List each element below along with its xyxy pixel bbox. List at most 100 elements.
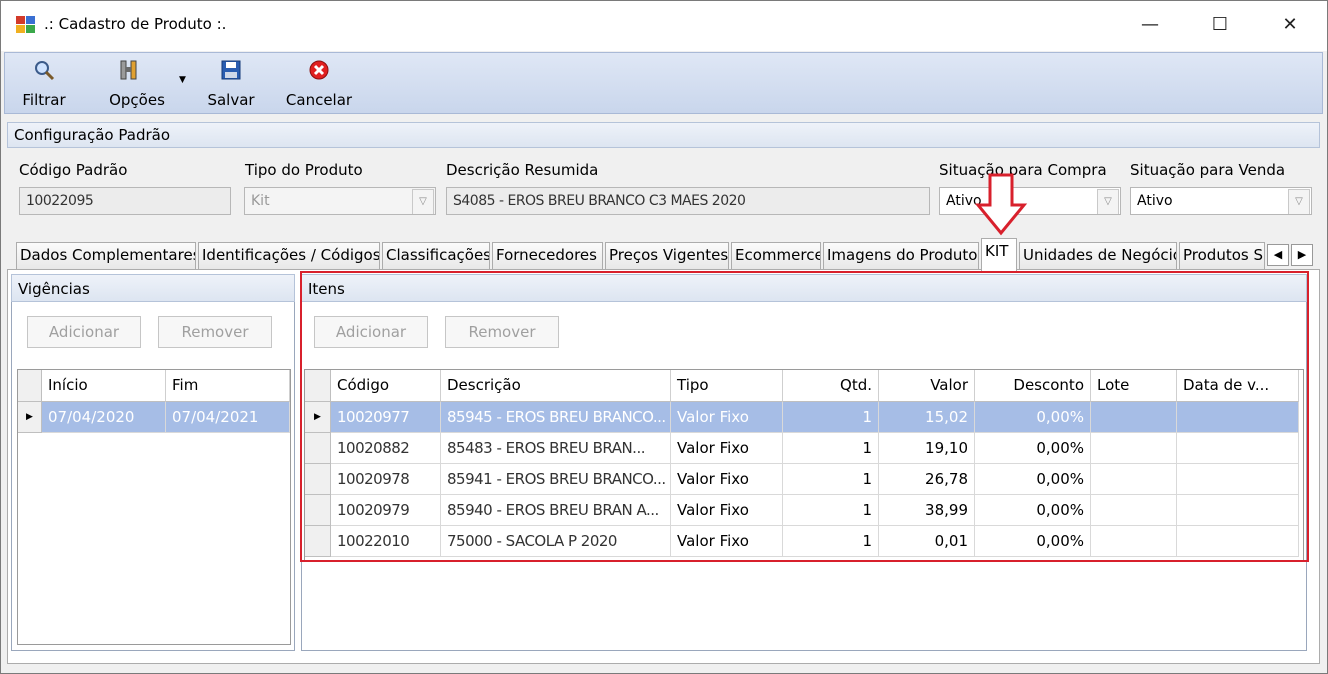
col-header[interactable]: Data de v... — [1177, 370, 1299, 402]
cancel-icon — [309, 60, 329, 80]
table-row-cell[interactable]: Valor Fixo — [671, 402, 783, 433]
row-indicator-icon[interactable]: ▶ — [18, 402, 42, 433]
table-row-cell[interactable] — [1091, 433, 1177, 464]
table-row-cell[interactable]: 1 — [783, 433, 879, 464]
table-row-cell[interactable]: 85483 - EROS BREU BRAN... — [441, 433, 671, 464]
table-row-cell[interactable]: 10020979 — [331, 495, 441, 526]
minimize-button[interactable]: — — [1130, 12, 1170, 38]
filtrar-button[interactable]: Filtrar — [13, 53, 75, 113]
tab-ecommerce[interactable]: Ecommerce — [731, 242, 821, 269]
tab-classificacoes[interactable]: Classificações — [382, 242, 490, 269]
row-header[interactable] — [305, 495, 331, 526]
table-row-cell[interactable] — [1177, 464, 1299, 495]
close-window-button[interactable]: ✕ — [1270, 12, 1310, 38]
col-header[interactable]: Lote — [1091, 370, 1177, 402]
app-icon — [16, 16, 35, 33]
codigo-padrao-field[interactable]: 10022095 — [19, 187, 231, 215]
table-row-cell[interactable]: Valor Fixo — [671, 526, 783, 557]
table-row-cell[interactable]: 85945 - EROS BREU BRANCO... — [441, 402, 671, 433]
table-row-cell[interactable] — [1177, 433, 1299, 464]
table-row-cell[interactable]: 1 — [783, 402, 879, 433]
grid-corner — [18, 370, 42, 402]
tab-unidades-negocio[interactable]: Unidades de Negócio — [1019, 242, 1177, 269]
cancelar-button[interactable]: Cancelar — [281, 53, 357, 113]
table-row-cell[interactable]: 15,02 — [879, 402, 975, 433]
col-header[interactable]: Valor — [879, 370, 975, 402]
col-header[interactable]: Tipo — [671, 370, 783, 402]
table-row-cell[interactable]: Valor Fixo — [671, 495, 783, 526]
chevron-down-icon[interactable]: ▽ — [1288, 189, 1310, 214]
col-header[interactable]: Descrição — [441, 370, 671, 402]
itens-adicionar-button[interactable]: Adicionar — [314, 316, 428, 348]
table-row-cell[interactable]: 1 — [783, 464, 879, 495]
col-header[interactable]: Desconto — [975, 370, 1091, 402]
row-header[interactable] — [305, 464, 331, 495]
tipo-produto-select[interactable]: Kit ▽ — [244, 187, 436, 215]
table-row-cell[interactable]: 75000 - SACOLA P 2020 — [441, 526, 671, 557]
tab-scroll-left-icon[interactable]: ◀ — [1267, 244, 1289, 266]
table-row-cell[interactable]: 10020977 — [331, 402, 441, 433]
table-row-fim[interactable]: 07/04/2021 — [166, 402, 290, 433]
table-row-inicio[interactable]: 07/04/2020 — [42, 402, 166, 433]
table-row-cell[interactable]: 10022010 — [331, 526, 441, 557]
itens-grid: Código Descrição Tipo Qtd. Valor Desconto Lote… — [304, 369, 1304, 561]
table-row-cell[interactable]: 10020978 — [331, 464, 441, 495]
opcoes-button[interactable]: ▼ Opções — [97, 53, 186, 113]
situacao-venda-select[interactable]: Ativo ▽ — [1130, 187, 1312, 215]
salvar-button[interactable]: Salvar — [201, 53, 261, 113]
tab-kit[interactable]: KIT — [981, 238, 1017, 271]
tab-identificacoes-codigos[interactable]: Identificações / Códigos — [198, 242, 380, 269]
filtrar-label: Filtrar — [22, 91, 66, 109]
col-header[interactable]: Qtd. — [783, 370, 879, 402]
tab-dados-complementares[interactable]: Dados Complementares — [16, 242, 196, 269]
tipo-produto-label: Tipo do Produto — [245, 161, 363, 179]
table-row-cell[interactable]: 0,01 — [879, 526, 975, 557]
col-fim[interactable]: Fim — [166, 370, 290, 402]
table-row-cell[interactable]: 0,00% — [975, 526, 1091, 557]
vigencias-remover-button[interactable]: Remover — [158, 316, 272, 348]
table-row-cell[interactable]: 85941 - EROS BREU BRANCO... — [441, 464, 671, 495]
descricao-resumida-field[interactable]: S4085 - EROS BREU BRANCO C3 MAES 2020 — [446, 187, 930, 215]
tab-precos-vigentes[interactable]: Preços Vigentes — [605, 242, 729, 269]
maximize-button[interactable]: ☐ — [1200, 12, 1240, 38]
table-row-cell[interactable]: 38,99 — [879, 495, 975, 526]
table-row-cell[interactable]: 85940 - EROS BREU BRAN A... — [441, 495, 671, 526]
vigencias-adicionar-button[interactable]: Adicionar — [27, 316, 141, 348]
itens-header: Itens — [301, 274, 1307, 302]
table-row-cell[interactable] — [1091, 526, 1177, 557]
table-row-cell[interactable]: 0,00% — [975, 464, 1091, 495]
table-row-cell[interactable] — [1091, 402, 1177, 433]
table-row-cell[interactable]: 10020882 — [331, 433, 441, 464]
table-row-cell[interactable]: 19,10 — [879, 433, 975, 464]
tab-imagens-produto[interactable]: Imagens do Produto — [823, 242, 979, 269]
save-disk-icon — [221, 60, 241, 80]
chevron-down-icon[interactable]: ▽ — [412, 189, 434, 214]
col-header[interactable]: Código — [331, 370, 441, 402]
tipo-produto-value: Kit — [251, 193, 270, 209]
window-title: .: Cadastro de Produto :. — [44, 15, 227, 33]
table-row-cell[interactable]: Valor Fixo — [671, 464, 783, 495]
tab-scroll-right-icon[interactable]: ▶ — [1291, 244, 1313, 266]
table-row-cell[interactable] — [1091, 464, 1177, 495]
table-row-cell[interactable]: 1 — [783, 495, 879, 526]
table-row-cell[interactable]: 1 — [783, 526, 879, 557]
table-row-cell[interactable] — [1177, 495, 1299, 526]
table-row-cell[interactable]: 0,00% — [975, 433, 1091, 464]
table-row-cell[interactable]: 26,78 — [879, 464, 975, 495]
col-inicio[interactable]: Início — [42, 370, 166, 402]
row-header[interactable] — [305, 433, 331, 464]
tab-produtos-s[interactable]: Produtos S — [1179, 242, 1265, 269]
table-row-cell[interactable]: Valor Fixo — [671, 433, 783, 464]
table-row-cell[interactable] — [1177, 526, 1299, 557]
table-row-cell[interactable] — [1091, 495, 1177, 526]
table-row-cell[interactable] — [1177, 402, 1299, 433]
dropdown-arrow-icon[interactable]: ▼ — [179, 75, 186, 85]
situacao-compra-select[interactable]: Ativo ▽ — [939, 187, 1121, 215]
table-row-cell[interactable]: 0,00% — [975, 495, 1091, 526]
tab-fornecedores[interactable]: Fornecedores — [492, 242, 603, 269]
itens-remover-button[interactable]: Remover — [445, 316, 559, 348]
table-row-cell[interactable]: 0,00% — [975, 402, 1091, 433]
row-indicator-icon[interactable]: ▶ — [305, 402, 331, 433]
row-header[interactable] — [305, 526, 331, 557]
chevron-down-icon[interactable]: ▽ — [1097, 189, 1119, 214]
